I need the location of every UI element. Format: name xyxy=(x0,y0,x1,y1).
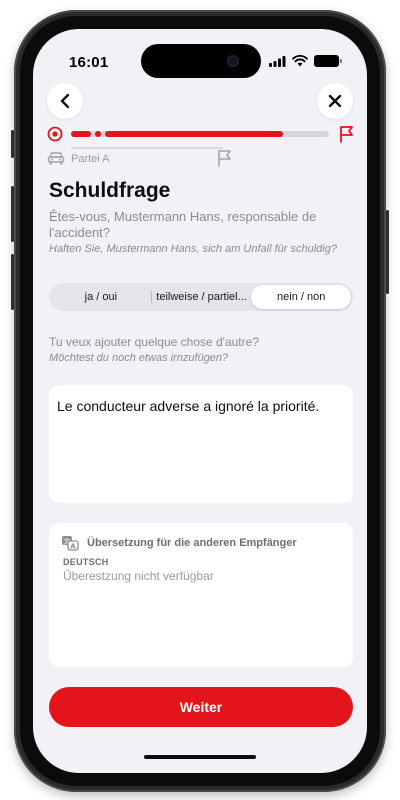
svg-text:A: A xyxy=(70,542,76,550)
app-screen: 16:01 Partei A Schuldfrage Êtes-vous, Mu… xyxy=(33,29,367,773)
volume-up-button xyxy=(11,186,14,242)
answer-option-yes[interactable]: ja / oui xyxy=(51,285,151,309)
back-button[interactable] xyxy=(47,83,83,119)
power-button xyxy=(386,210,389,294)
dynamic-island xyxy=(141,44,261,78)
progress-segment-1 xyxy=(71,131,91,137)
action-button xyxy=(11,130,14,158)
answer-option-no[interactable]: nein / non xyxy=(251,285,352,309)
translation-language: DEUTSCH xyxy=(63,557,109,567)
camera-icon xyxy=(227,55,239,67)
translation-header: 文 A Übersetzung für die anderen Empfänge… xyxy=(61,535,297,551)
answer-segmented-control: ja / oui teilweise / partiel... nein / n… xyxy=(49,283,353,311)
signal-icon xyxy=(269,55,286,67)
close-button[interactable] xyxy=(317,83,353,119)
target-icon xyxy=(47,126,63,142)
answer-option-partial[interactable]: teilweise / partiel... xyxy=(152,285,252,309)
question-german: Haften Sie, Mustermann Hans, sich am Unf… xyxy=(49,243,337,255)
car-icon xyxy=(47,152,65,165)
progress-fill xyxy=(105,131,283,137)
progress-bar xyxy=(47,125,357,143)
flag-icon xyxy=(340,126,353,143)
translate-icon: 文 A xyxy=(62,536,79,551)
flag-icon xyxy=(218,150,231,167)
continue-button[interactable]: Weiter xyxy=(49,687,353,727)
wifi-icon xyxy=(292,55,308,67)
page-title: Schuldfrage xyxy=(49,179,171,202)
additional-comment-input[interactable]: Le conducteur adverse a ignoré la priori… xyxy=(49,385,353,503)
status-time: 16:01 xyxy=(69,54,109,71)
additional-prompt-french: Tu veux ajouter quelque chose d'autre? xyxy=(49,335,259,349)
party-label: Partei A xyxy=(71,153,110,165)
phone-frame: 16:01 Partei A Schuldfrage Êtes-vous, Mu… xyxy=(11,10,389,792)
additional-prompt-german: Möchtest du noch etwas irnzufügen? xyxy=(49,352,229,364)
party-progress-line xyxy=(71,147,223,149)
party-indicator: Partei A xyxy=(47,147,247,169)
chevron-left-icon xyxy=(60,93,70,109)
volume-down-button xyxy=(11,254,14,310)
question-french: Êtes-vous, Mustermann Hans, responsable … xyxy=(49,209,317,240)
translation-header-label: Übersetzung für die anderen Empfänger xyxy=(87,537,297,549)
progress-segment-2 xyxy=(95,131,101,137)
translation-text: Überestzung nicht verfügbar xyxy=(63,569,214,583)
status-icons xyxy=(269,55,342,67)
home-indicator[interactable] xyxy=(144,755,256,759)
battery-icon xyxy=(314,55,342,67)
translation-card: 文 A Übersetzung für die anderen Empfänge… xyxy=(49,523,353,667)
close-icon xyxy=(328,94,342,108)
